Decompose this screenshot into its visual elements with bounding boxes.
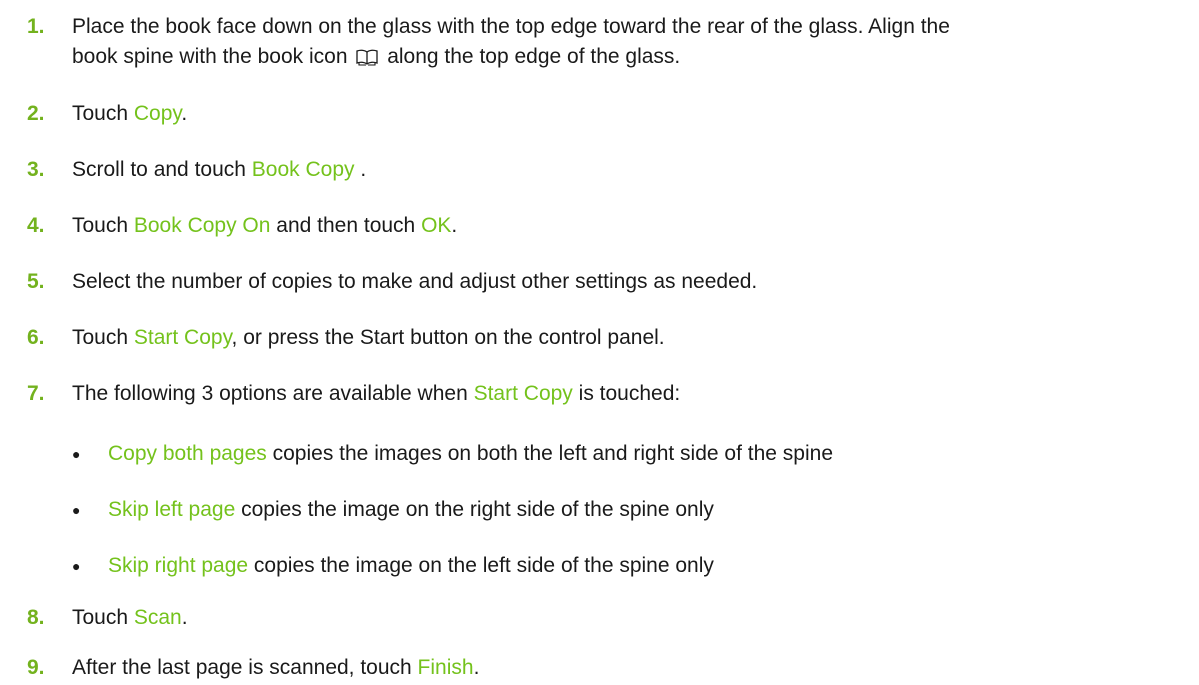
ui-term-ok: OK	[421, 214, 452, 237]
step-number: 6.	[27, 326, 45, 349]
step-text-part: Touch	[72, 214, 134, 237]
step-number: 7.	[27, 382, 45, 405]
option-text: Copy both pages copies the images on bot…	[108, 441, 833, 467]
option-text-part: copies the images on both the left and r…	[266, 442, 833, 465]
step-text: Place the book face down on the glass wi…	[72, 15, 950, 38]
ui-term-skip-right-page: Skip right page	[108, 554, 249, 577]
book-copy-steps: 1. Place the book face down on the glass…	[0, 0, 1199, 685]
step-text: Scroll to and touch Book Copy .	[72, 157, 366, 183]
step-text: Touch Book Copy On and then touch OK.	[72, 213, 457, 239]
step-text-continued: book spine with the book icon along the …	[72, 44, 680, 70]
bullet-icon: ●	[72, 558, 81, 574]
step-text-part: along the top edge of the glass.	[387, 45, 681, 68]
step-text-part: Touch	[72, 102, 134, 125]
ui-term-copy: Copy	[133, 102, 182, 125]
ui-term-copy-both-pages: Copy both pages	[108, 442, 267, 465]
step-number: 2.	[27, 102, 45, 125]
option-text: Skip left page copies the image on the r…	[108, 497, 714, 523]
step-text: Touch Scan.	[72, 605, 188, 631]
ui-term-finish: Finish	[417, 656, 474, 679]
step-text: The following 3 options are available wh…	[72, 381, 680, 407]
step-text: Select the number of copies to make and …	[72, 270, 758, 293]
step-text-part: Touch	[72, 326, 134, 349]
step-number: 9.	[27, 656, 45, 679]
bullet-icon: ●	[72, 446, 81, 462]
step-text-part: .	[181, 102, 188, 125]
step-text: After the last page is scanned, touch Fi…	[72, 655, 479, 681]
step-text-part: and then touch	[270, 214, 422, 237]
step-text: Touch Start Copy, or press the Start but…	[72, 325, 665, 351]
ui-term-start-copy: Start Copy	[473, 382, 573, 405]
ui-term-book-copy: Book Copy	[251, 158, 355, 181]
step-text-part: .	[451, 214, 458, 237]
step-text-part: is touched:	[572, 382, 681, 405]
step-number: 8.	[27, 606, 45, 629]
step-text-part: Touch	[72, 606, 134, 629]
step-text-part: After the last page is scanned, touch	[72, 656, 418, 679]
bullet-icon: ●	[72, 502, 81, 518]
step-number: 5.	[27, 270, 45, 293]
step-text-part: .	[181, 606, 188, 629]
book-icon	[356, 49, 379, 66]
step-text: Touch Copy.	[72, 101, 187, 127]
option-text-part: copies the image on the left side of the…	[248, 554, 714, 577]
ui-term-scan: Scan	[133, 606, 182, 629]
step-text-part: .	[354, 158, 367, 181]
step-number: 3.	[27, 158, 45, 181]
step-number: 4.	[27, 214, 45, 237]
option-text: Skip right page copies the image on the …	[108, 553, 714, 579]
step-text-part: , or press the Start button on the contr…	[231, 326, 665, 349]
option-text-part: copies the image on the right side of th…	[235, 498, 714, 521]
step-number: 1.	[27, 15, 45, 38]
ui-term-start-copy: Start Copy	[133, 326, 232, 349]
step-text-part: .	[473, 656, 480, 679]
ui-term-book-copy-on: Book Copy On	[133, 214, 271, 237]
step-text-part: The following 3 options are available wh…	[72, 382, 474, 405]
step-text-part: book spine with the book icon	[72, 45, 348, 68]
step-text-part: Scroll to and touch	[72, 158, 252, 181]
ui-term-skip-left-page: Skip left page	[108, 498, 236, 521]
